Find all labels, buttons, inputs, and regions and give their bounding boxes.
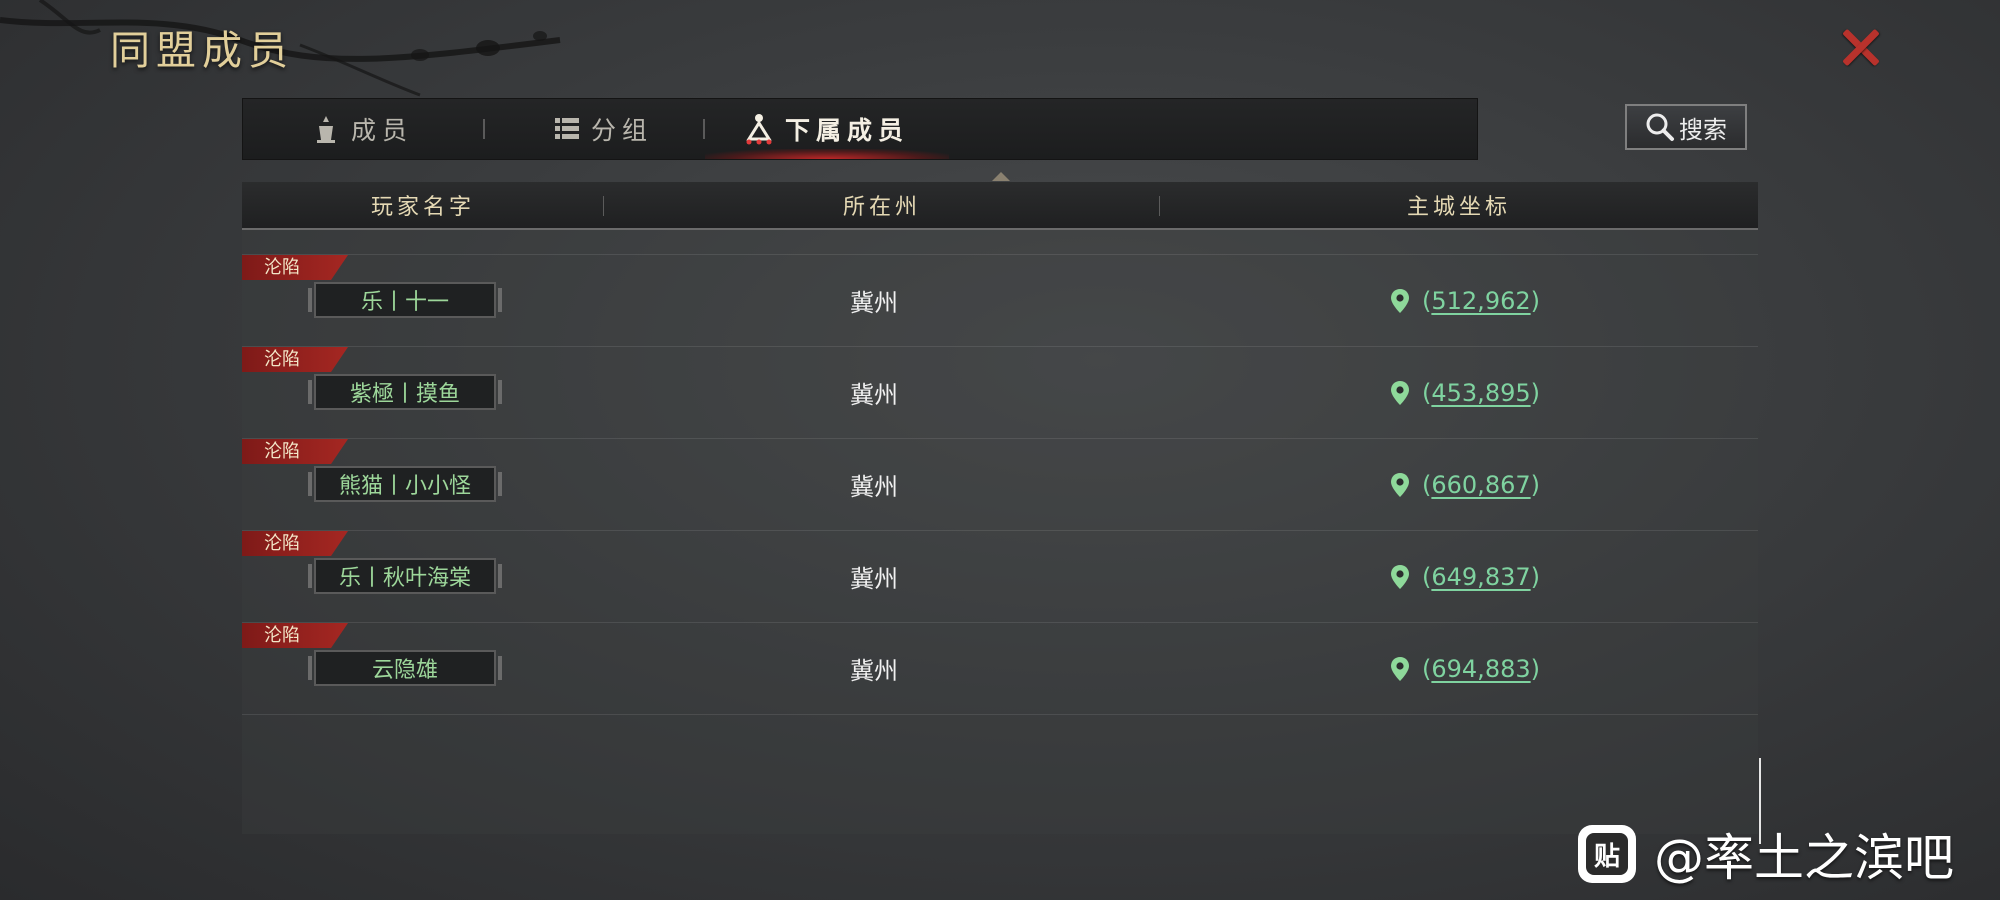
fallen-status-tag: 沦陷	[242, 531, 348, 556]
location-pin-icon	[1391, 288, 1409, 313]
table-row[interactable]: 沦陷 云隐雄 冀州 (694,883)	[242, 622, 1758, 715]
player-name[interactable]: 紫極丨摸鱼	[308, 374, 502, 410]
watermark-text: @率土之滨吧	[1654, 829, 1954, 887]
state-cell: 冀州	[850, 289, 898, 317]
tab-separator	[483, 119, 486, 139]
fallen-status-tag: 沦陷	[242, 347, 348, 372]
search-icon	[1646, 113, 1674, 141]
tab-subordinates-label: 下属成员	[785, 116, 910, 145]
coordinate-value: 649,837	[1431, 562, 1531, 591]
tab-subordinates[interactable]: 下属成员	[705, 99, 950, 159]
coordinate-value: 512,962	[1431, 286, 1531, 315]
coordinate-value: 694,883	[1431, 654, 1531, 683]
player-name[interactable]: 云隐雄	[308, 650, 502, 686]
search-button[interactable]: 搜索	[1625, 104, 1747, 150]
fallen-status-tag: 沦陷	[242, 623, 348, 648]
members-icon	[317, 116, 335, 143]
table-row[interactable]: 沦陷 乐丨十一 冀州 (512,962)	[242, 254, 1758, 346]
close-button[interactable]	[1836, 22, 1886, 72]
location-pin-icon	[1391, 564, 1409, 589]
page-title: 同盟成员	[110, 28, 294, 74]
state-cell: 冀州	[850, 565, 898, 593]
table-row[interactable]: 沦陷 熊猫丨小小怪 冀州 (660,867)	[242, 438, 1758, 530]
coordinate-link[interactable]: (512,962)	[1390, 255, 1540, 346]
tab-separator	[703, 119, 706, 139]
tab-members-label: 成员	[351, 116, 414, 145]
list-icon	[555, 118, 580, 139]
watermark: 贴 @率土之滨吧	[1578, 818, 1954, 890]
tieba-logo-icon: 贴	[1578, 825, 1636, 883]
table-header: 玩家名字 所在州 主城坐标	[242, 182, 1758, 230]
tab-members[interactable]: 成员	[313, 99, 413, 159]
player-name[interactable]: 乐丨十一	[308, 282, 502, 318]
tab-bar: 成员 分组 下属成员	[242, 98, 1478, 160]
coordinate-value: 660,867	[1431, 470, 1531, 499]
location-pin-icon	[1391, 380, 1409, 405]
location-pin-icon	[1391, 656, 1409, 681]
state-cell: 冀州	[850, 473, 898, 501]
table-body[interactable]: 沦陷 乐丨十一 冀州 (512,962) 沦陷 紫極丨摸鱼 冀州 (453,89…	[242, 254, 1758, 715]
search-label: 搜索	[1679, 115, 1727, 144]
active-tab-indicator	[992, 172, 1010, 181]
table-row[interactable]: 沦陷 紫極丨摸鱼 冀州 (453,895)	[242, 346, 1758, 438]
coordinate-value: 453,895	[1431, 378, 1531, 407]
column-header-coordinates: 主城坐标	[1406, 195, 1511, 220]
member-table: 玩家名字 所在州 主城坐标 沦陷 乐丨十一 冀州 (512,962) 沦陷 紫極…	[242, 182, 1758, 834]
tab-groups-label: 分组	[591, 116, 654, 145]
tab-groups[interactable]: 分组	[555, 99, 653, 159]
subordinate-icon	[746, 114, 772, 145]
player-name[interactable]: 熊猫丨小小怪	[308, 466, 502, 502]
coordinate-link[interactable]: (660,867)	[1390, 439, 1540, 530]
ink-branch-decoration	[0, 0, 561, 97]
location-pin-icon	[1391, 472, 1409, 497]
fallen-status-tag: 沦陷	[242, 439, 348, 464]
coordinate-link[interactable]: (694,883)	[1390, 623, 1540, 714]
column-header-player-name: 玩家名字	[242, 182, 604, 228]
table-row[interactable]: 沦陷 乐丨秋叶海棠 冀州 (649,837)	[242, 530, 1758, 622]
coordinate-link[interactable]: (649,837)	[1390, 531, 1540, 622]
coordinate-link[interactable]: (453,895)	[1390, 347, 1540, 438]
state-cell: 冀州	[850, 657, 898, 685]
fallen-status-tag: 沦陷	[242, 255, 348, 280]
state-cell: 冀州	[850, 381, 898, 409]
player-name[interactable]: 乐丨秋叶海棠	[308, 558, 502, 594]
column-header-state: 所在州	[604, 182, 1160, 228]
